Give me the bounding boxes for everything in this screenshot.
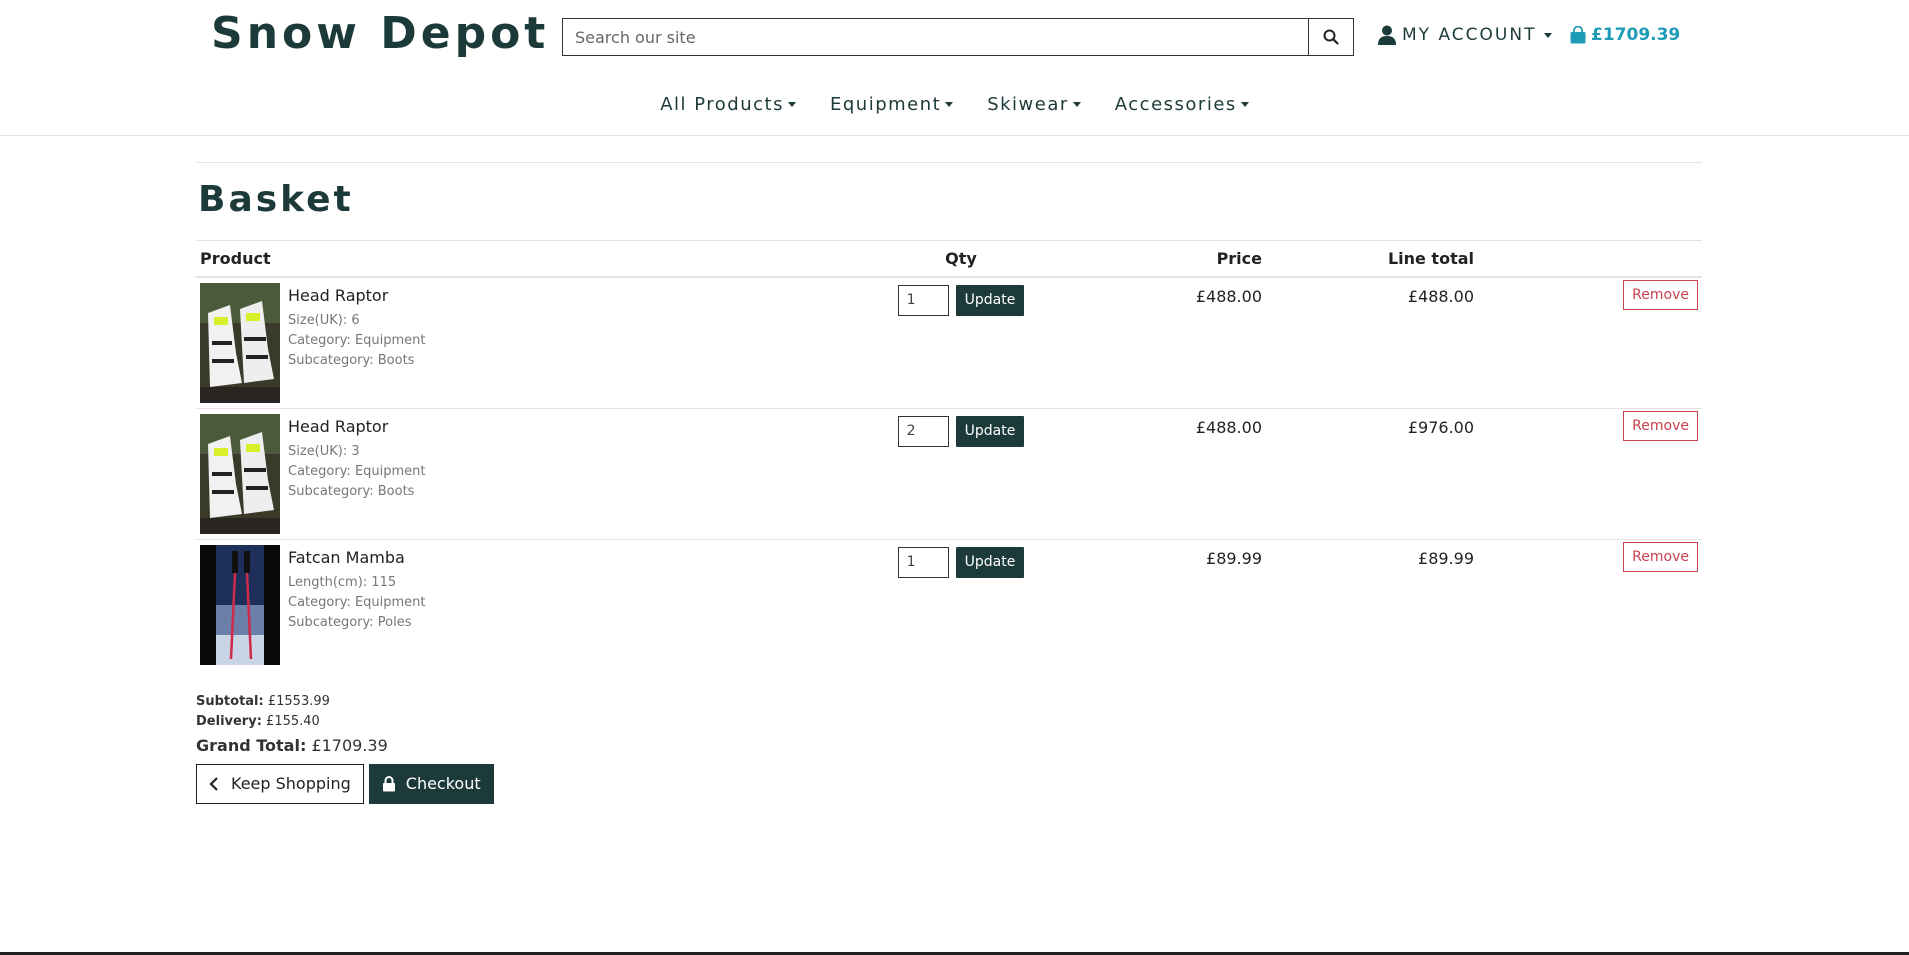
checkout-button[interactable]: Checkout — [368, 763, 494, 804]
search-icon — [1323, 29, 1339, 45]
quantity-input[interactable]: 1 — [897, 546, 949, 578]
site-header: Snow Depot MY ACCOUNT £1709.39 All Produ… — [0, 0, 1909, 136]
line-total: £488.00 — [1407, 286, 1474, 306]
basket-total: £1709.39 — [1591, 25, 1681, 45]
delivery-value: £155.40 — [266, 713, 320, 729]
product-subcategory: Subcategory: Boots — [288, 483, 415, 499]
line-total: £976.00 — [1407, 417, 1474, 437]
keep-shopping-button[interactable]: Keep Shopping — [196, 763, 364, 804]
update-button[interactable]: Update — [955, 415, 1025, 447]
search-button[interactable] — [1308, 19, 1353, 55]
nav-label: All Products — [660, 94, 784, 115]
lock-icon — [382, 775, 395, 791]
update-button[interactable]: Update — [955, 546, 1025, 578]
subtotal-line: Subtotal: £1553.99 — [196, 692, 1702, 712]
product-name: Fatcan Mamba — [288, 547, 405, 567]
search-bar — [562, 18, 1354, 56]
chevron-down-icon — [1544, 32, 1553, 38]
table-row: Fatcan Mamba Length(cm): 115 Category: E… — [196, 539, 1702, 670]
chevron-down-icon — [945, 102, 954, 107]
header-price: Price — [1066, 240, 1266, 278]
subtotal-label: Subtotal: — [196, 693, 264, 709]
order-totals: Subtotal: £1553.99 Delivery: £155.40 Gra… — [196, 692, 1702, 756]
nav-accessories[interactable]: Accessories — [1115, 94, 1249, 115]
item-price: £488.00 — [1195, 286, 1262, 306]
product-name: Head Raptor — [288, 285, 389, 305]
nav-label: Equipment — [829, 94, 942, 115]
user-icon — [1378, 25, 1396, 45]
delivery-line: Delivery: £155.40 — [196, 712, 1702, 732]
update-button[interactable]: Update — [955, 284, 1025, 316]
my-account-menu[interactable]: MY ACCOUNT — [1378, 25, 1553, 45]
search-input[interactable] — [563, 19, 1308, 55]
table-row: Head Raptor Size(UK): 6 Category: Equipm… — [196, 276, 1702, 409]
ski-boots-image[interactable] — [200, 282, 280, 403]
header-line-total: Line total — [1266, 240, 1478, 278]
line-total: £89.99 — [1418, 548, 1474, 568]
remove-button[interactable]: Remove — [1623, 541, 1698, 572]
keep-shopping-label: Keep Shopping — [231, 774, 351, 793]
ski-boots-image[interactable] — [200, 413, 280, 534]
delivery-label: Delivery: — [196, 713, 262, 729]
qty-cell: 1 Update — [860, 283, 1062, 316]
checkout-label: Checkout — [405, 774, 481, 793]
item-price: £89.99 — [1206, 548, 1262, 568]
chevron-left-icon — [209, 776, 218, 791]
item-price: £488.00 — [1195, 417, 1262, 437]
header-actions — [1478, 240, 1702, 278]
chevron-down-icon — [787, 102, 796, 107]
chevron-down-icon — [1240, 102, 1249, 107]
product-cell: Head Raptor Size(UK): 3 Category: Equipm… — [200, 413, 852, 534]
product-size: Size(UK): 3 — [288, 443, 360, 459]
product-category: Category: Equipment — [288, 332, 426, 348]
subtotal-value: £1553.99 — [267, 693, 330, 709]
product-category: Category: Equipment — [288, 463, 426, 479]
product-cell: Head Raptor Size(UK): 6 Category: Equipm… — [200, 282, 852, 403]
nav-equipment[interactable]: Equipment — [829, 94, 954, 115]
grand-total-line: Grand Total: £1709.39 — [196, 736, 1702, 756]
header-qty: Qty — [856, 240, 1066, 278]
product-length: Length(cm): 115 — [288, 574, 397, 590]
quantity-input[interactable]: 2 — [897, 415, 949, 447]
ski-poles-image[interactable] — [200, 544, 280, 665]
site-logo[interactable]: Snow Depot — [211, 8, 549, 59]
grand-total-label: Grand Total: — [196, 735, 307, 755]
basket-content: Basket Product Qty Price Line total Head… — [196, 162, 1702, 804]
nav-all-products[interactable]: All Products — [660, 94, 796, 115]
product-subcategory: Subcategory: Poles — [288, 614, 412, 630]
basket-actions: Keep Shopping Checkout — [196, 763, 1702, 804]
grand-total-value: £1709.39 — [311, 735, 388, 755]
shopping-bag-icon — [1570, 26, 1586, 44]
basket-table: Product Qty Price Line total Head Raptor… — [196, 240, 1702, 670]
remove-button[interactable]: Remove — [1623, 279, 1698, 310]
product-size: Size(UK): 6 — [288, 312, 360, 328]
table-header-row: Product Qty Price Line total — [196, 240, 1702, 278]
page-title: Basket — [198, 179, 354, 220]
product-category: Category: Equipment — [288, 594, 426, 610]
basket-link[interactable]: £1709.39 — [1569, 25, 1680, 45]
nav-label: Skiwear — [987, 94, 1069, 115]
qty-cell: 1 Update — [860, 545, 1062, 578]
nav-skiwear[interactable]: Skiwear — [987, 94, 1081, 115]
my-account-label: MY ACCOUNT — [1402, 25, 1537, 45]
chevron-down-icon — [1072, 102, 1081, 107]
quantity-input[interactable]: 1 — [897, 284, 949, 316]
header-product: Product — [196, 240, 856, 278]
remove-button[interactable]: Remove — [1623, 410, 1698, 441]
product-subcategory: Subcategory: Boots — [288, 352, 415, 368]
table-row: Head Raptor Size(UK): 3 Category: Equipm… — [196, 408, 1702, 540]
qty-cell: 2 Update — [860, 414, 1062, 447]
product-cell: Fatcan Mamba Length(cm): 115 Category: E… — [200, 544, 852, 665]
main-nav: All Products Equipment Skiwear Accessori… — [0, 94, 1909, 115]
product-name: Head Raptor — [288, 416, 389, 436]
nav-label: Accessories — [1114, 94, 1237, 115]
